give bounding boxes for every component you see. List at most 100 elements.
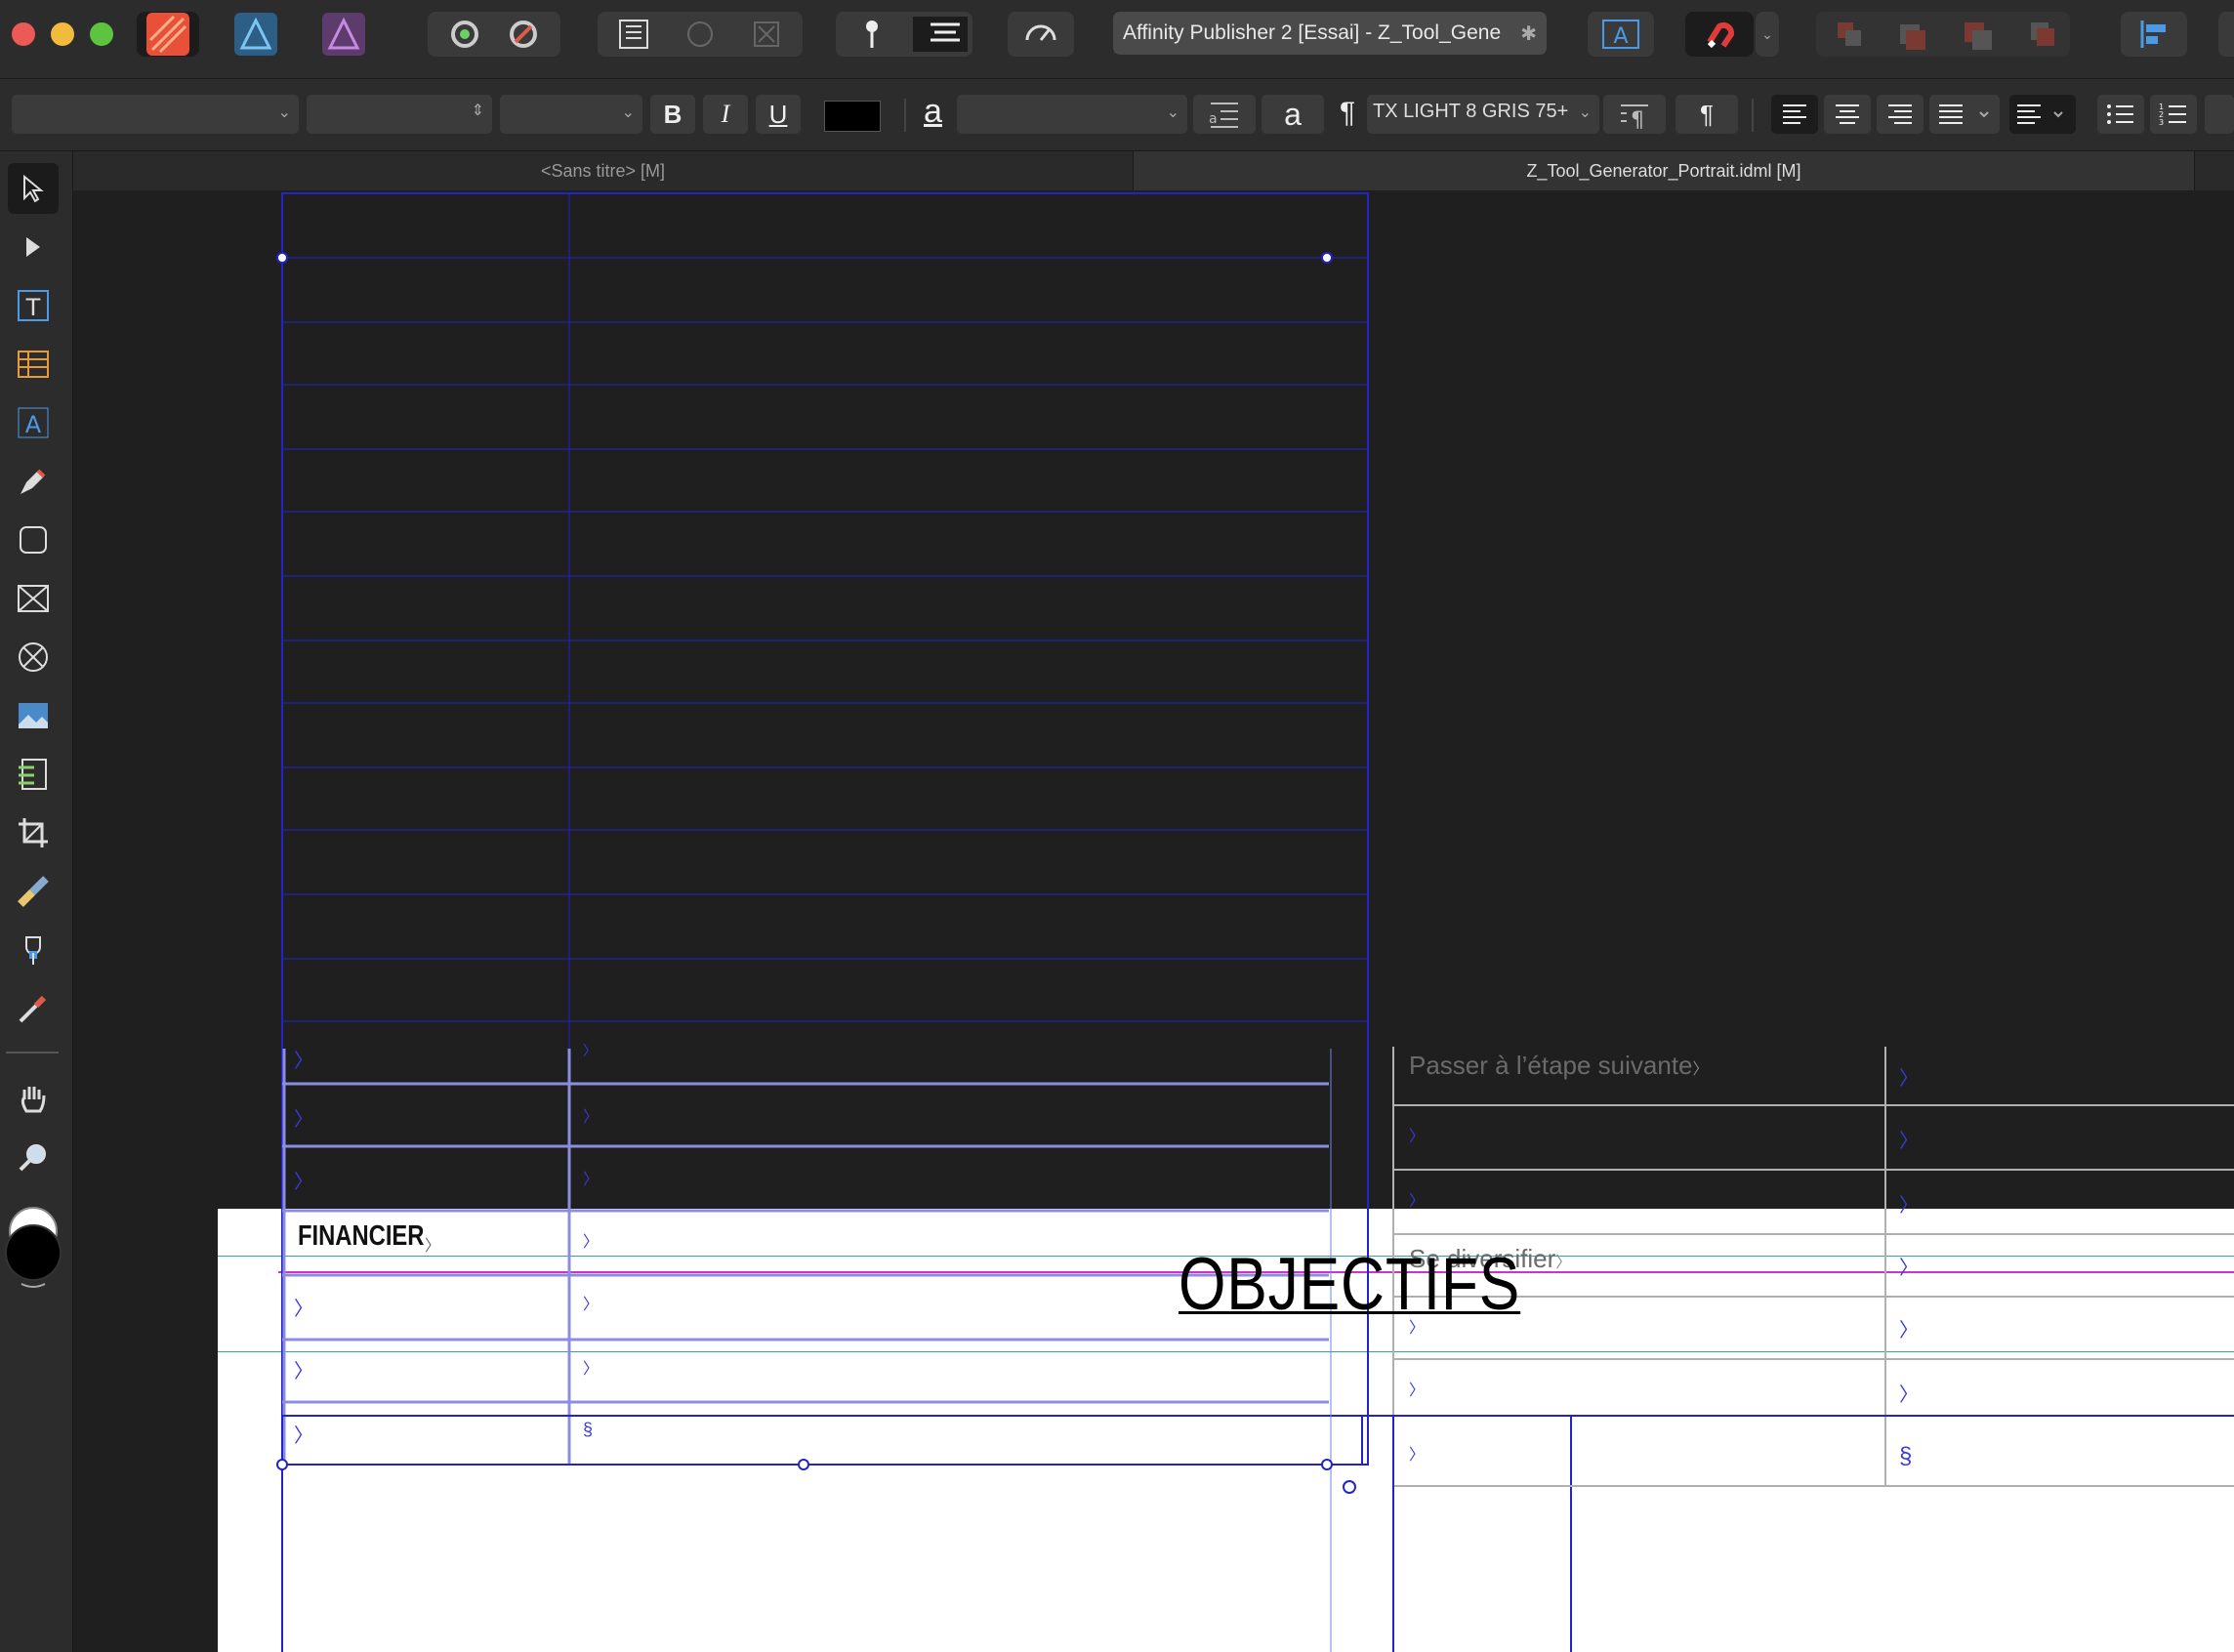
cell-end-mark: 〉 (1409, 1447, 1426, 1464)
gear-icon (451, 21, 537, 48)
paragraph-spacing-icon: a (1209, 103, 1238, 128)
document-title-pill[interactable]: Affinity Publisher 2 [Essai] - Z_Tool_Ge… (1113, 12, 1547, 55)
table-cell-text[interactable]: Passer à l’étape suivante〉 (1409, 1051, 1709, 1081)
toolbar-overflow[interactable] (2218, 12, 2234, 57)
frame-text-tool[interactable]: T (8, 280, 59, 331)
align-center-button[interactable] (1824, 95, 1871, 134)
designer-persona-button[interactable] (225, 12, 287, 57)
tools-divider (6, 1052, 59, 1053)
context-toolbar: ⌄ ⇕ ⌄ B I U a ⌄ a a ¶ TX LIGHT 8 GRIS 75… (0, 79, 2234, 151)
chevron-down-icon: ⌄ (621, 104, 635, 121)
artistic-text-tool[interactable]: A (8, 397, 59, 448)
rectangle-tool-icon (20, 526, 47, 554)
view-mode-group (598, 12, 803, 57)
font-style-field[interactable]: ⇕ (307, 95, 492, 134)
text-color-swatch[interactable] (824, 101, 881, 132)
show-special-characters-button[interactable]: ¶ (1676, 95, 1738, 134)
objectifs-title[interactable]: OBJECTIFS (1179, 1242, 1520, 1327)
paragraph-mark-glyph: ¶ (1340, 97, 1356, 129)
justify-icon (1939, 104, 1989, 124)
move-tool-icon (23, 174, 44, 203)
align-left-icon (1783, 104, 1806, 124)
font-family-field[interactable]: ⌄ (12, 95, 299, 134)
main-toolbar: Affinity Publisher 2 [Essai] - Z_Tool_Ge… (0, 0, 2234, 79)
photo-persona-button[interactable] (312, 12, 375, 57)
align-right-button[interactable] (1877, 95, 1924, 134)
context-overflow[interactable] (2205, 95, 2234, 134)
bullet-list-button[interactable] (2097, 95, 2144, 134)
minimize-window-button[interactable] (51, 22, 74, 46)
preflight-button[interactable] (1008, 12, 1074, 57)
numbered-list-button[interactable]: 123 (2150, 95, 2197, 134)
cell-end-mark: 〉 (1899, 1384, 1919, 1406)
pin-icon (866, 17, 968, 52)
photo-persona-icon (322, 13, 365, 56)
zoom-window-button[interactable] (90, 22, 113, 46)
step-text: Passer à l’étape suivante (1409, 1051, 1693, 1080)
align-center-icon (1836, 104, 1859, 124)
svg-text:A: A (25, 411, 42, 438)
cell-end-mark: 〉 (1692, 1061, 1709, 1078)
paragraph-style-field[interactable]: TX LIGHT 8 GRIS 75+ ⌄ (1367, 95, 1599, 134)
justify-button[interactable] (1929, 95, 2000, 134)
rectangle-tool[interactable] (8, 515, 59, 565)
picture-frame-tool[interactable] (8, 573, 59, 624)
pen-tool-icon (21, 469, 46, 494)
character-style-field[interactable]: ⌄ (957, 95, 1187, 134)
transparency-icon (18, 876, 49, 907)
arrange-icons (1838, 22, 2054, 50)
fill-tool[interactable] (8, 925, 59, 975)
character-style-glyph: a (924, 93, 942, 130)
text-frame-button[interactable]: A (1588, 12, 1654, 57)
zoom-tool[interactable] (8, 1132, 59, 1182)
node-tool-icon (26, 237, 40, 257)
bullet-list-icon (2107, 104, 2133, 124)
chevron-down-icon: ⌄ (1578, 104, 1592, 121)
paragraph-decorations-button[interactable]: ¶ (1603, 95, 1666, 134)
designer-persona-icon (234, 13, 277, 56)
cell-end-mark: 〉 (1409, 1383, 1426, 1399)
cell-end-mark: 〉 (1899, 1320, 1919, 1342)
table-tool[interactable] (8, 339, 59, 390)
cell-end-mark: 〉 (1899, 1131, 1919, 1152)
tab-z-tool-generator[interactable]: Z_Tool_Generator_Portrait.idml [M] (1134, 151, 2195, 190)
svg-text:A: A (1613, 24, 1628, 49)
preferences-group (428, 12, 560, 57)
node-tool[interactable] (8, 222, 59, 272)
right-table-frame[interactable] (73, 191, 2234, 1652)
text-style-button[interactable]: a (1262, 95, 1324, 134)
table-tool-icon (18, 351, 49, 378)
underline-button[interactable]: U (756, 95, 801, 134)
move-tool[interactable] (8, 163, 59, 214)
font-size-field[interactable]: ⌄ (500, 95, 642, 134)
pen-tool[interactable] (8, 456, 59, 507)
align-left-button[interactable] (1771, 95, 1818, 134)
transparency-tool[interactable] (8, 866, 59, 917)
chevron-down-icon: ⌄ (1761, 25, 1773, 42)
tools-panel: T A (0, 151, 73, 1652)
place-image-tool[interactable] (8, 690, 59, 741)
table-of-contents-tool[interactable] (8, 749, 59, 800)
snapping-dropdown[interactable]: ⌄ (1756, 12, 1779, 57)
publisher-persona-icon (146, 13, 189, 56)
tab-sans-titre[interactable]: <Sans titre> [M] (73, 151, 1134, 190)
vertical-align-icon (2017, 104, 2063, 124)
publisher-persona-button[interactable] (137, 12, 199, 57)
paragraph-spacing-button[interactable]: a (1193, 95, 1256, 134)
page-view-icon (619, 20, 779, 49)
bold-button[interactable]: B (650, 95, 695, 134)
document-canvas[interactable]: 〉 〉 〉 〉 〉 〉 FINANCIER 〉 〉 〉 〉 〉 〉 〉 § Pa… (73, 191, 2234, 1652)
vertical-align-button[interactable] (2009, 95, 2076, 134)
ellipse-frame-tool[interactable] (8, 632, 59, 682)
crop-tool[interactable] (8, 807, 59, 858)
color-swatches[interactable] (4, 1202, 62, 1290)
color-picker-tool[interactable] (8, 983, 59, 1034)
cell-end-mark: 〉 (1899, 1068, 1919, 1090)
align-button[interactable] (2121, 12, 2187, 57)
view-tool[interactable] (8, 1073, 59, 1124)
cell-end-mark: 〉 (1555, 1255, 1572, 1271)
close-window-button[interactable] (12, 22, 35, 46)
snapping-button[interactable] (1685, 12, 1754, 57)
toc-icon (19, 759, 47, 790)
italic-button[interactable]: I (703, 95, 748, 134)
